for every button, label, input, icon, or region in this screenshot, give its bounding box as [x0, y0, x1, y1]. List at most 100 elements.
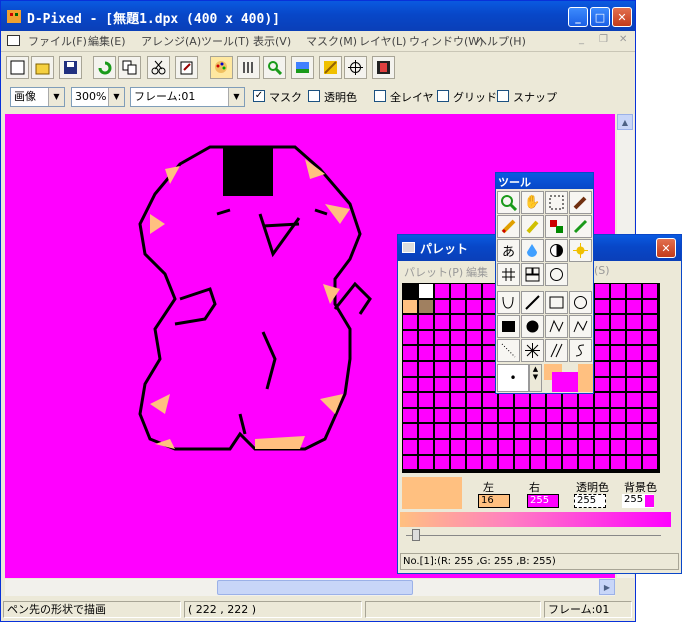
- palette-swatch[interactable]: [419, 455, 433, 470]
- select-tool-icon[interactable]: [545, 191, 568, 214]
- palette-swatch[interactable]: [643, 362, 657, 376]
- chevron-down-icon[interactable]: ▼: [48, 88, 64, 106]
- palette-swatch[interactable]: [403, 377, 417, 392]
- frame-select[interactable]: フレーム:01 ▼: [130, 87, 245, 107]
- palette-swatch[interactable]: [419, 346, 433, 360]
- animation-icon[interactable]: [319, 56, 342, 79]
- palette-swatch[interactable]: [435, 424, 449, 438]
- tile-tool-icon[interactable]: [521, 263, 544, 286]
- close-button[interactable]: ✕: [612, 7, 632, 27]
- document-icon[interactable]: [7, 35, 20, 46]
- replace-tool-icon[interactable]: [545, 215, 568, 238]
- palette-swatch[interactable]: [531, 393, 545, 407]
- app-icon[interactable]: [5, 7, 23, 25]
- palette-swatch[interactable]: [627, 393, 641, 407]
- zigzag-tool-icon[interactable]: [569, 315, 592, 338]
- zoom-select[interactable]: 300% ▼: [71, 87, 125, 107]
- tool-right-color[interactable]: [552, 372, 578, 392]
- maximize-button[interactable]: □: [590, 7, 610, 27]
- palette-swatch[interactable]: [627, 424, 641, 438]
- palette-close-button[interactable]: ✕: [656, 238, 676, 258]
- palette-swatch[interactable]: [403, 393, 417, 407]
- palette-swatch[interactable]: [611, 315, 625, 329]
- palette-swatch[interactable]: [451, 299, 465, 314]
- palette-swatch[interactable]: [403, 362, 417, 376]
- palette-swatch[interactable]: [451, 440, 465, 454]
- palette-swatch[interactable]: [563, 440, 577, 454]
- palette-swatch[interactable]: [531, 424, 545, 438]
- view-mode-select[interactable]: 画像 ▼: [10, 87, 65, 107]
- palette-swatch[interactable]: [579, 393, 593, 407]
- palette-swatch[interactable]: [419, 362, 433, 376]
- palette-swatch[interactable]: [611, 440, 625, 454]
- line-tool-icon[interactable]: [521, 291, 544, 314]
- palette-swatch[interactable]: [643, 408, 657, 423]
- palette-swatch[interactable]: [611, 284, 625, 298]
- palette-swatch[interactable]: [403, 346, 417, 360]
- palette-swatch[interactable]: [595, 346, 609, 360]
- palette-swatch[interactable]: [515, 455, 529, 470]
- palette-swatch[interactable]: [483, 440, 497, 454]
- menu-arrange[interactable]: アレンジ(A): [141, 33, 201, 49]
- spray-tool-icon[interactable]: [521, 215, 544, 238]
- mdi-restore-icon[interactable]: ❐: [599, 34, 608, 45]
- palette-swatch[interactable]: [595, 393, 609, 407]
- left-color-value[interactable]: 16: [478, 494, 510, 508]
- open-folder-icon[interactable]: [31, 56, 54, 79]
- palette-swatch[interactable]: [435, 284, 449, 298]
- palette-swatch[interactable]: [403, 315, 417, 329]
- menu-mask[interactable]: マスク(M): [306, 33, 357, 49]
- contrast-tool-icon[interactable]: [545, 239, 568, 262]
- palette-swatch[interactable]: [531, 408, 545, 423]
- palette-swatch[interactable]: [611, 346, 625, 360]
- palette-swatch[interactable]: [595, 377, 609, 392]
- palette-swatch[interactable]: [435, 330, 449, 345]
- cut-icon[interactable]: [147, 56, 170, 79]
- palette-swatch[interactable]: [643, 393, 657, 407]
- pen-size-spinner[interactable]: ▲ ▼: [529, 364, 542, 392]
- zoom-icon[interactable]: [263, 56, 286, 79]
- paste-icon[interactable]: [175, 56, 198, 79]
- palette-swatch[interactable]: [515, 424, 529, 438]
- burst-tool-icon[interactable]: [521, 339, 544, 362]
- s-curve-tool-icon[interactable]: [569, 339, 592, 362]
- palette-swatch[interactable]: [483, 424, 497, 438]
- palette-swatch[interactable]: [515, 440, 529, 454]
- menu-layer[interactable]: レイヤ(L): [359, 33, 406, 49]
- palette-swatch[interactable]: [643, 330, 657, 345]
- palette-swatch[interactable]: [627, 455, 641, 470]
- brush-tool-icon[interactable]: [569, 191, 592, 214]
- tool-bg-color[interactable]: [578, 364, 593, 392]
- palette-swatch[interactable]: [467, 330, 481, 345]
- pencil-tool-icon[interactable]: [497, 215, 520, 238]
- palette-swatch[interactable]: [403, 408, 417, 423]
- filled-rect-tool-icon[interactable]: [497, 315, 520, 338]
- right-color-value[interactable]: 255: [527, 494, 559, 508]
- palette-swatch[interactable]: [627, 299, 641, 314]
- palette-swatch[interactable]: [579, 440, 593, 454]
- copy-icon[interactable]: [118, 56, 141, 79]
- palette-swatch[interactable]: [595, 440, 609, 454]
- palette-swatch[interactable]: [627, 284, 641, 298]
- palette-swatch[interactable]: [435, 440, 449, 454]
- grid-checkbox[interactable]: [437, 90, 449, 102]
- palette-swatch[interactable]: [611, 424, 625, 438]
- palette-swatch[interactable]: [419, 330, 433, 345]
- palette-swatch[interactable]: [627, 346, 641, 360]
- chevron-down-icon[interactable]: ▼: [228, 88, 244, 106]
- palette-swatch[interactable]: [611, 377, 625, 392]
- save-icon[interactable]: [59, 56, 82, 79]
- ellipse-tool-icon[interactable]: [569, 291, 592, 314]
- tools-window-icon[interactable]: [237, 56, 260, 79]
- palette-swatch[interactable]: [515, 408, 529, 423]
- palette-swatch[interactable]: [467, 299, 481, 314]
- palette-swatch[interactable]: [627, 408, 641, 423]
- palette-swatch[interactable]: [627, 330, 641, 345]
- palette-swatch[interactable]: [451, 408, 465, 423]
- palette-swatch[interactable]: [451, 424, 465, 438]
- palette-swatch[interactable]: [563, 424, 577, 438]
- palette-swatch[interactable]: [563, 408, 577, 423]
- palette-swatch[interactable]: [467, 393, 481, 407]
- palette-swatch[interactable]: [467, 284, 481, 298]
- palette-swatch[interactable]: [419, 408, 433, 423]
